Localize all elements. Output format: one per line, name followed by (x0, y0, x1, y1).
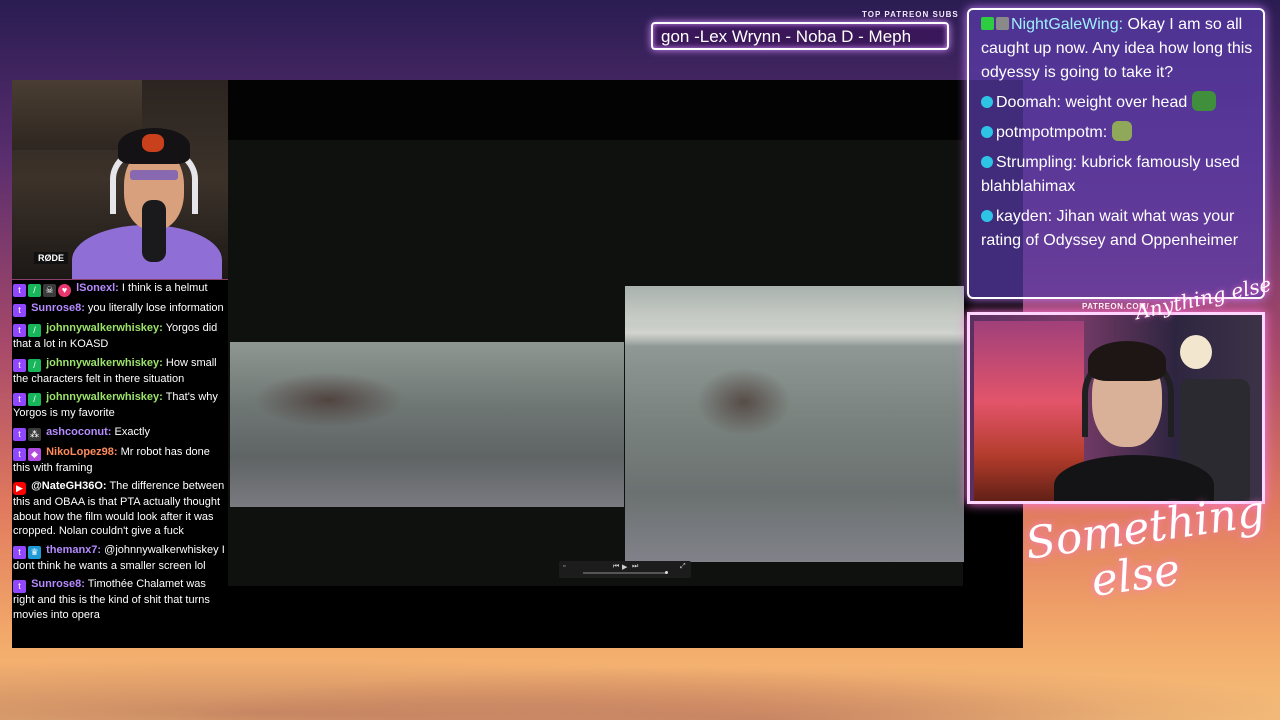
glasses (130, 170, 178, 180)
chat-username[interactable]: lSonexl: (76, 282, 119, 294)
previous-icon[interactable]: ⏮ (613, 563, 619, 571)
chat-username[interactable]: Doomah: (996, 94, 1061, 111)
play-icon[interactable]: ▶ (622, 563, 627, 571)
twitch-icon: t (13, 393, 26, 406)
chat-text: I think is a helmut (121, 282, 208, 294)
twitch-icon: t (13, 304, 26, 317)
chat-panel-left[interactable]: t / ☠ ♥ lSonexl: I think is a helmut t Sunr… (12, 280, 228, 648)
chat-panel-right[interactable]: NightGaleWing: Okay I am so all caught u… (967, 8, 1265, 299)
cap-logo (142, 134, 164, 152)
chat-username[interactable]: NikoLopez98: (46, 446, 118, 458)
chat-message: potmpotmpotm: (981, 121, 1255, 145)
wave-highlight (625, 320, 964, 346)
chat-text: you literally lose information (87, 302, 224, 314)
chat-username[interactable]: kayden: (996, 208, 1052, 225)
chat-text: weight over head (1065, 94, 1188, 111)
twitch-icon: t (13, 427, 26, 441)
brand-logo-large: Something else (1022, 486, 1274, 614)
video-controls[interactable]: ▫ ⏮ ▶ ⏭ ⤢ (559, 561, 691, 578)
badge-icon (996, 17, 1009, 30)
chat-username[interactable]: potmpotmpotm: (996, 124, 1107, 141)
microphone-icon (142, 200, 166, 262)
captions-icon[interactable]: ▫ (563, 563, 565, 570)
pepe-emote-icon (1191, 91, 1216, 111)
twitch-icon: t (13, 284, 26, 297)
seek-thumb[interactable] (665, 571, 668, 574)
chat-bubble-icon (981, 96, 993, 108)
chat-message: t ♛ themanx7: @johnnywalkerwhiskey I dont… (13, 543, 227, 574)
mic-brand: RØDE (34, 252, 69, 264)
patreon-ticker: gon -Lex Wrynn - Noba D - Meph (651, 22, 949, 50)
streamer-webcam: RØDE (12, 80, 228, 279)
chat-message: ▶ @NateGH36O: The difference between thi… (13, 479, 227, 539)
chat-bubble-icon (981, 126, 993, 138)
chat-username[interactable]: Sunrose8: (31, 578, 85, 590)
chat-text: Exactly (114, 425, 150, 438)
moderator-badge-icon (981, 17, 994, 30)
twitch-icon: t (13, 447, 26, 461)
chat-message: kayden: Jihan wait what was your rating … (981, 205, 1255, 253)
sword-badge-icon: / (28, 358, 41, 372)
chat-bubble-icon (981, 156, 993, 168)
twitch-icon: t (13, 545, 26, 559)
twitch-icon: t (13, 324, 26, 337)
video-player[interactable]: ▫ ⏮ ▶ ⏭ ⤢ (228, 80, 1023, 648)
monkey-emote-icon (1180, 335, 1212, 369)
chat-message: Doomah: weight over head (981, 91, 1255, 115)
chat-username[interactable]: Sunrose8: (31, 302, 85, 314)
patreon-ticker-label: TOP PATREON SUBS (862, 10, 959, 19)
chat-message: t / ☠ ♥ lSonexl: I think is a helmut (13, 281, 227, 297)
chat-message: t / johnnywalkerwhiskey: How small the ch… (13, 356, 227, 387)
chat-username[interactable]: @NateGH36O: (31, 480, 107, 492)
heart-icon: ♥ (58, 284, 71, 297)
youtube-icon: ▶ (13, 482, 26, 495)
chat-username[interactable]: johnnywalkerwhiskey: (46, 322, 163, 334)
sword-badge-icon: / (28, 284, 41, 297)
chat-message: t Sunrose8: Timothée Chalamet was right … (13, 577, 227, 622)
chat-username[interactable]: NightGaleWing: (1011, 16, 1123, 33)
twitch-icon: t (13, 358, 26, 372)
chat-username[interactable]: johnnywalkerwhiskey: (46, 391, 163, 403)
seek-bar[interactable] (583, 572, 667, 574)
cohost-webcam (967, 312, 1265, 504)
chat-username[interactable]: Strumpling: (996, 154, 1077, 171)
chat-message: Strumpling: kubrick famously used blahbl… (981, 151, 1255, 199)
chat-message: t ◆ NikoLopez98: Mr robot has done this w… (13, 445, 227, 476)
emote-icon (1111, 121, 1132, 141)
sword-badge-icon: / (28, 393, 41, 406)
chat-message: t / johnnywalkerwhiskey: Yorgos did that … (13, 321, 227, 352)
chat-username[interactable]: themanx7: (46, 544, 101, 556)
video-frame-area (228, 140, 964, 586)
chat-message: t ⁂ ashcoconut: Exactly (13, 425, 227, 441)
chat-username[interactable]: johnnywalkerwhiskey: (46, 357, 163, 369)
twitch-icon: t (13, 580, 26, 593)
gem-badge-icon: ◆ (28, 447, 41, 461)
background-decor (0, 650, 1280, 720)
chat-message: t Sunrose8: you literally lose informati… (13, 301, 227, 317)
video-frame-cropped (230, 342, 624, 507)
fullscreen-icon[interactable]: ⤢ (680, 563, 686, 571)
chat-message: t / johnnywalkerwhiskey: That's why Yorgo… (13, 390, 227, 421)
next-icon[interactable]: ⏭ (632, 563, 638, 571)
sword-badge-icon: / (28, 324, 41, 337)
badge-icon: ⁂ (28, 427, 41, 441)
chat-bubble-icon (981, 210, 993, 222)
chat-text: @johnnywalkerwhiskey I dont think he wan… (13, 543, 225, 572)
crown-badge-icon: ♛ (28, 545, 41, 559)
video-letterbox-top (228, 80, 963, 140)
skull-badge-icon: ☠ (43, 284, 56, 297)
chat-message: NightGaleWing: Okay I am so all caught u… (981, 13, 1255, 85)
patreon-ticker-text: gon -Lex Wrynn - Noba D - Meph (661, 27, 912, 46)
chat-username[interactable]: ashcoconut: (46, 426, 111, 438)
cohost-hair (1088, 341, 1166, 381)
